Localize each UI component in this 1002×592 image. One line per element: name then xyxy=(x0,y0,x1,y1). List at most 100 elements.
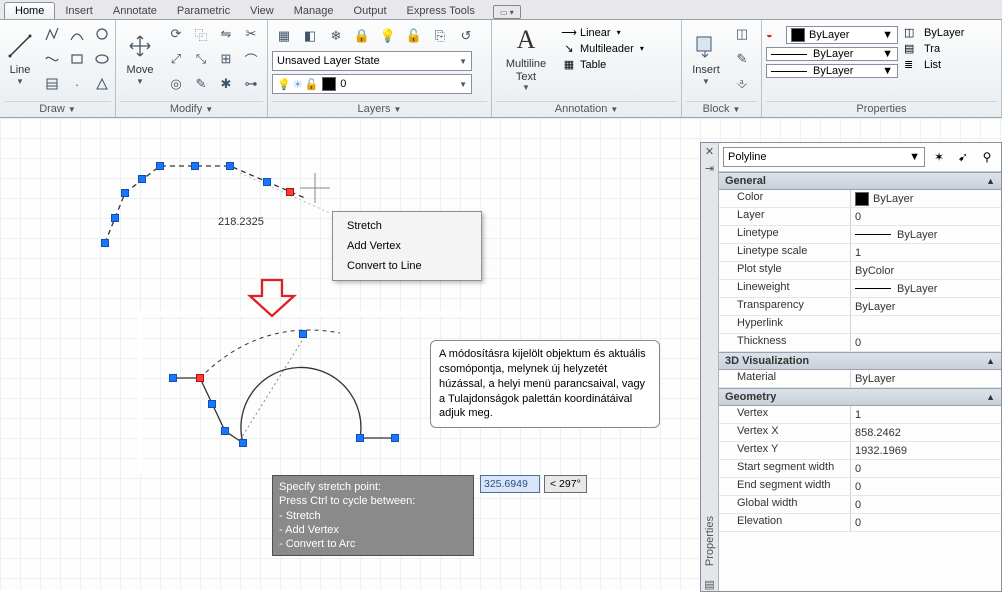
layer-off-icon[interactable]: 💡 xyxy=(376,24,400,48)
cat-geometry[interactable]: Geometry▲ xyxy=(719,388,1001,406)
fillet-icon[interactable]: ⌒ xyxy=(239,47,263,71)
layer-current-dropdown[interactable]: 💡☀🔓0▼ xyxy=(272,74,472,94)
grip-mid[interactable] xyxy=(138,175,146,183)
spline-icon[interactable] xyxy=(40,47,64,71)
grip-mid[interactable] xyxy=(263,178,271,186)
layer-props-icon[interactable]: ▦ xyxy=(272,24,296,48)
erase-icon[interactable]: ✎ xyxy=(189,72,213,96)
ellipse-icon[interactable] xyxy=(90,47,114,71)
grip[interactable] xyxy=(356,434,364,442)
grip[interactable] xyxy=(121,189,129,197)
explode-icon[interactable]: ✱ xyxy=(214,72,238,96)
grip-context-menu: Stretch Add Vertex Convert to Line xyxy=(332,211,482,281)
layer-prev-icon[interactable]: ↺ xyxy=(454,24,478,48)
block-create-icon[interactable]: ◫ xyxy=(730,22,754,46)
panel-layers: ▦ ◧ ❄ 🔒 💡 🔓 ⎘ ↺ Unsaved Layer State▼ 💡☀🔓… xyxy=(268,20,492,117)
table-button[interactable]: ▦Table xyxy=(560,58,644,71)
palette-title: Properties xyxy=(704,516,716,566)
mirror-icon[interactable]: ⇋ xyxy=(214,22,238,46)
tab-express[interactable]: Express Tools xyxy=(397,3,485,19)
layer-state-dropdown[interactable]: Unsaved Layer State▼ xyxy=(272,51,472,71)
grip[interactable] xyxy=(156,162,164,170)
panel-modify: Move ▼ ⟳ ⿻ ⇋ ✂ ⤢ ⤡ ⊞ ⌒ ◎ ✎ ✱ ⊶ Modify▼ xyxy=(116,20,268,117)
offset-icon[interactable]: ◎ xyxy=(164,72,188,96)
mleader-button[interactable]: ↘Multileader▾ xyxy=(560,42,644,55)
dim-linear-button[interactable]: ⟶Linear▾ xyxy=(560,26,644,39)
arc-icon[interactable] xyxy=(65,22,89,46)
rotate-icon[interactable]: ⟳ xyxy=(164,22,188,46)
grip[interactable] xyxy=(239,439,247,447)
layer-lock-icon[interactable]: 🔒 xyxy=(350,24,374,48)
grip-mid[interactable] xyxy=(208,400,216,408)
tab-insert[interactable]: Insert xyxy=(55,3,103,19)
dynamic-input-distance[interactable]: 325.6949 xyxy=(480,475,540,493)
rectangle-icon[interactable] xyxy=(65,47,89,71)
grip-mid[interactable] xyxy=(299,330,307,338)
toggle-pickadd-icon[interactable]: ✶ xyxy=(929,147,949,167)
color-dropdown[interactable]: ByLayer▼ xyxy=(786,26,898,44)
block-tools: ◫ ✎ ⎀ xyxy=(730,22,754,96)
linetype-dropdown[interactable]: ByLayer▼ xyxy=(766,47,898,61)
circle-icon[interactable] xyxy=(90,22,114,46)
point-icon[interactable]: · xyxy=(65,72,89,96)
panel-title-draw: Draw▼ xyxy=(4,101,111,117)
grip-mid[interactable] xyxy=(111,214,119,222)
hatch-icon[interactable] xyxy=(40,72,64,96)
close-icon[interactable]: ✕ xyxy=(705,145,714,158)
ctx-convert-line[interactable]: Convert to Line xyxy=(333,256,481,276)
block-edit-icon[interactable]: ✎ xyxy=(730,47,754,71)
bycolor-icon[interactable]: ◒ xyxy=(766,29,784,41)
cat-3dviz[interactable]: 3D Visualization▲ xyxy=(719,352,1001,370)
line-button[interactable]: Line ▼ xyxy=(4,22,36,94)
palette-sidebar: ✕ ⇥ Properties ▤ xyxy=(701,143,719,591)
tab-output[interactable]: Output xyxy=(344,3,397,19)
grip-mid[interactable] xyxy=(191,162,199,170)
layer-iso-icon[interactable]: ◧ xyxy=(298,24,322,48)
grip-hot[interactable] xyxy=(286,188,294,196)
grip-hot[interactable] xyxy=(196,374,204,382)
match-bylayer-button[interactable]: ◫ByLayer xyxy=(904,26,964,39)
region-icon[interactable] xyxy=(90,72,114,96)
stretch-icon[interactable]: ⤢ xyxy=(164,47,188,71)
grip[interactable] xyxy=(391,434,399,442)
scale-icon[interactable]: ⤡ xyxy=(189,47,213,71)
polyline-icon[interactable] xyxy=(40,22,64,46)
trim-icon[interactable]: ✂ xyxy=(239,22,263,46)
move-button[interactable]: Move ▼ xyxy=(120,22,160,94)
pin-icon[interactable]: ⇥ xyxy=(705,162,714,175)
object-type-dropdown[interactable]: Polyline▼ xyxy=(723,147,925,167)
tab-annotate[interactable]: Annotate xyxy=(103,3,167,19)
grip[interactable] xyxy=(226,162,234,170)
panel-draw: Line ▼ · Draw▼ xyxy=(0,20,116,117)
panel-properties: ◒ByLayer▼ ByLayer▼ ByLayer▼ ◫ByLayer ▤Tr… xyxy=(762,20,1002,117)
ctx-stretch[interactable]: Stretch xyxy=(333,216,481,236)
grip[interactable] xyxy=(221,427,229,435)
layer-match-icon[interactable]: ⎘ xyxy=(428,24,452,48)
select-objects-icon[interactable]: ➹ xyxy=(953,147,973,167)
grip[interactable] xyxy=(169,374,177,382)
cat-general[interactable]: General▲ xyxy=(719,172,1001,190)
ctx-add-vertex[interactable]: Add Vertex xyxy=(333,236,481,256)
drawing-canvas[interactable]: 218.2325 Stretch Add Vertex Convert to L… xyxy=(0,118,1002,590)
ribbon-minimize-icon[interactable]: ▭ ▾ xyxy=(493,5,521,19)
array-icon[interactable]: ⊞ xyxy=(214,47,238,71)
layer-unlock-icon[interactable]: 🔓 xyxy=(402,24,426,48)
quick-select-icon[interactable]: ⚲ xyxy=(977,147,997,167)
dynamic-input-angle: < 297° xyxy=(544,475,587,493)
tab-view[interactable]: View xyxy=(240,3,284,19)
options-icon[interactable]: ▤ xyxy=(704,578,714,591)
tab-manage[interactable]: Manage xyxy=(284,3,344,19)
match-transparency-button[interactable]: ▤Tra xyxy=(904,42,964,55)
block-attr-icon[interactable]: ⎀ xyxy=(730,72,754,96)
mtext-button[interactable]: A Multiline Text ▼ xyxy=(496,22,556,94)
copy-icon[interactable]: ⿻ xyxy=(189,22,213,46)
tab-home[interactable]: Home xyxy=(4,2,55,19)
insert-button[interactable]: Insert ▼ xyxy=(686,22,726,94)
layer-freeze-icon[interactable]: ❄ xyxy=(324,24,348,48)
tab-parametric[interactable]: Parametric xyxy=(167,3,240,19)
draw-tools: · xyxy=(40,22,114,96)
lineweight-dropdown[interactable]: ByLayer▼ xyxy=(766,64,898,78)
join-icon[interactable]: ⊶ xyxy=(239,72,263,96)
grip[interactable] xyxy=(101,239,109,247)
list-button[interactable]: ≣List xyxy=(904,58,964,71)
